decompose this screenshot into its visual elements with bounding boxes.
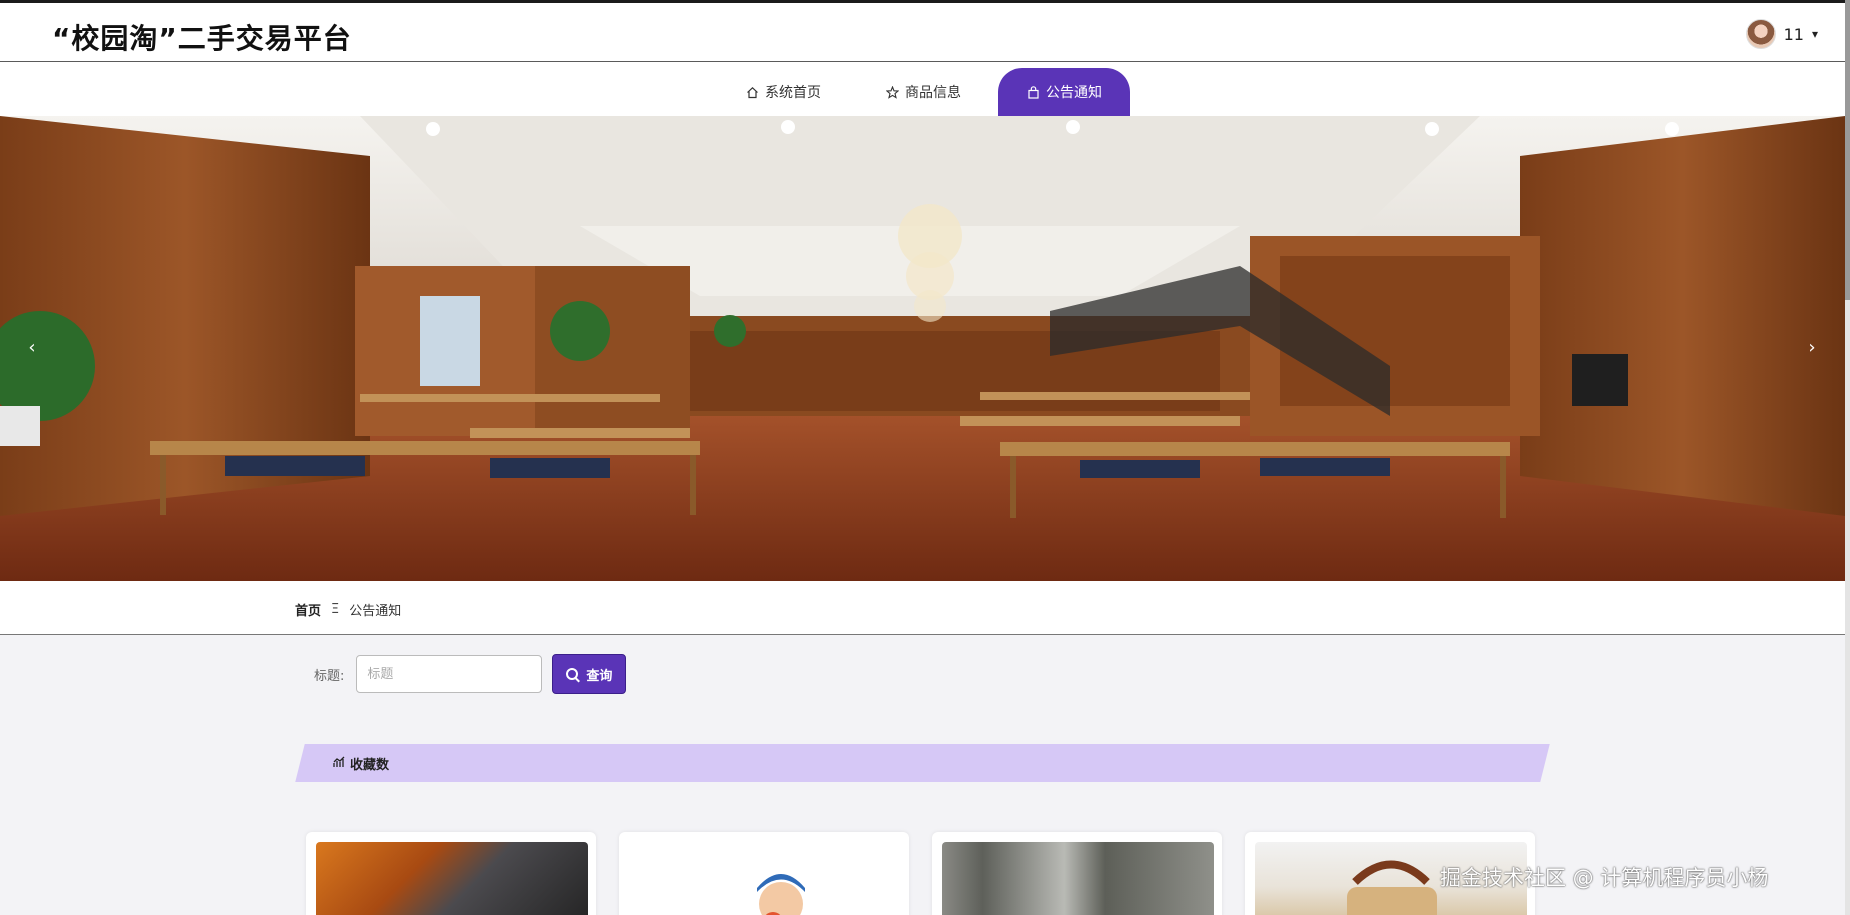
search-button-label: 查询 <box>586 668 613 684</box>
product-card[interactable] <box>619 832 909 915</box>
nav-label-notices: 公告通知 <box>1046 85 1102 101</box>
shopping-bag-icon <box>1026 85 1040 99</box>
watermark-text: 掘金技术社区 @ 计算机程序员小杨 <box>1440 866 1769 890</box>
title-label: 标题: <box>314 668 345 684</box>
avatar[interactable] <box>1745 19 1776 49</box>
search-icon <box>566 668 579 680</box>
user-name: 11 <box>1783 24 1804 44</box>
nav-label-home: 系统首页 <box>765 85 821 101</box>
section-header-bar <box>295 744 1550 782</box>
carousel-next-arrow[interactable]: › <box>1800 332 1824 362</box>
breadcrumb-bar: 首页 Ξ 公告通知 <box>0 581 1845 635</box>
star-icon <box>885 85 899 99</box>
product-image <box>629 842 901 915</box>
breadcrumb-separator-icon: Ξ <box>331 602 340 617</box>
banner-carousel[interactable]: ‹ › <box>0 116 1845 581</box>
product-card[interactable] <box>306 832 596 915</box>
caret-down-icon[interactable]: ▾ <box>1812 27 1818 41</box>
nav-item-notices[interactable]: 公告通知 <box>998 68 1130 116</box>
banner-image <box>0 116 1845 581</box>
breadcrumb-home-link[interactable]: 首页 <box>295 600 321 619</box>
search-form: 标题: 查询 <box>314 654 627 694</box>
product-image <box>316 842 588 915</box>
page-scrollbar[interactable] <box>1845 0 1850 915</box>
top-header: “校园淘”二手交易平台 11 ▾ <box>0 0 1850 62</box>
nav-label-products: 商品信息 <box>905 85 961 101</box>
user-menu[interactable]: 11 ▾ <box>1745 18 1818 50</box>
chart-icon <box>333 756 346 771</box>
nav-item-products[interactable]: 商品信息 <box>855 68 991 116</box>
section-title: 收藏数 <box>350 757 390 773</box>
main-nav: 系统首页 商品信息 公告通知 <box>0 62 1850 116</box>
nav-item-home[interactable]: 系统首页 <box>715 68 851 116</box>
product-card[interactable] <box>932 832 1222 915</box>
section-header: 收藏数 <box>333 744 389 782</box>
home-icon <box>745 85 759 99</box>
carousel-prev-arrow[interactable]: ‹ <box>20 332 44 362</box>
product-image <box>942 842 1214 915</box>
breadcrumb: 首页 Ξ 公告通知 <box>295 600 401 619</box>
breadcrumb-current: 公告通知 <box>349 604 402 619</box>
page: “校园淘”二手交易平台 11 ▾ 系统首页 商品信息 公告通知 ‹ › 首页 Ξ… <box>0 0 1850 915</box>
search-button[interactable]: 查询 <box>552 654 627 694</box>
title-search-input[interactable] <box>356 655 543 693</box>
site-title: “校园淘”二手交易平台 <box>52 22 352 55</box>
scrollbar-thumb[interactable] <box>1845 0 1850 300</box>
